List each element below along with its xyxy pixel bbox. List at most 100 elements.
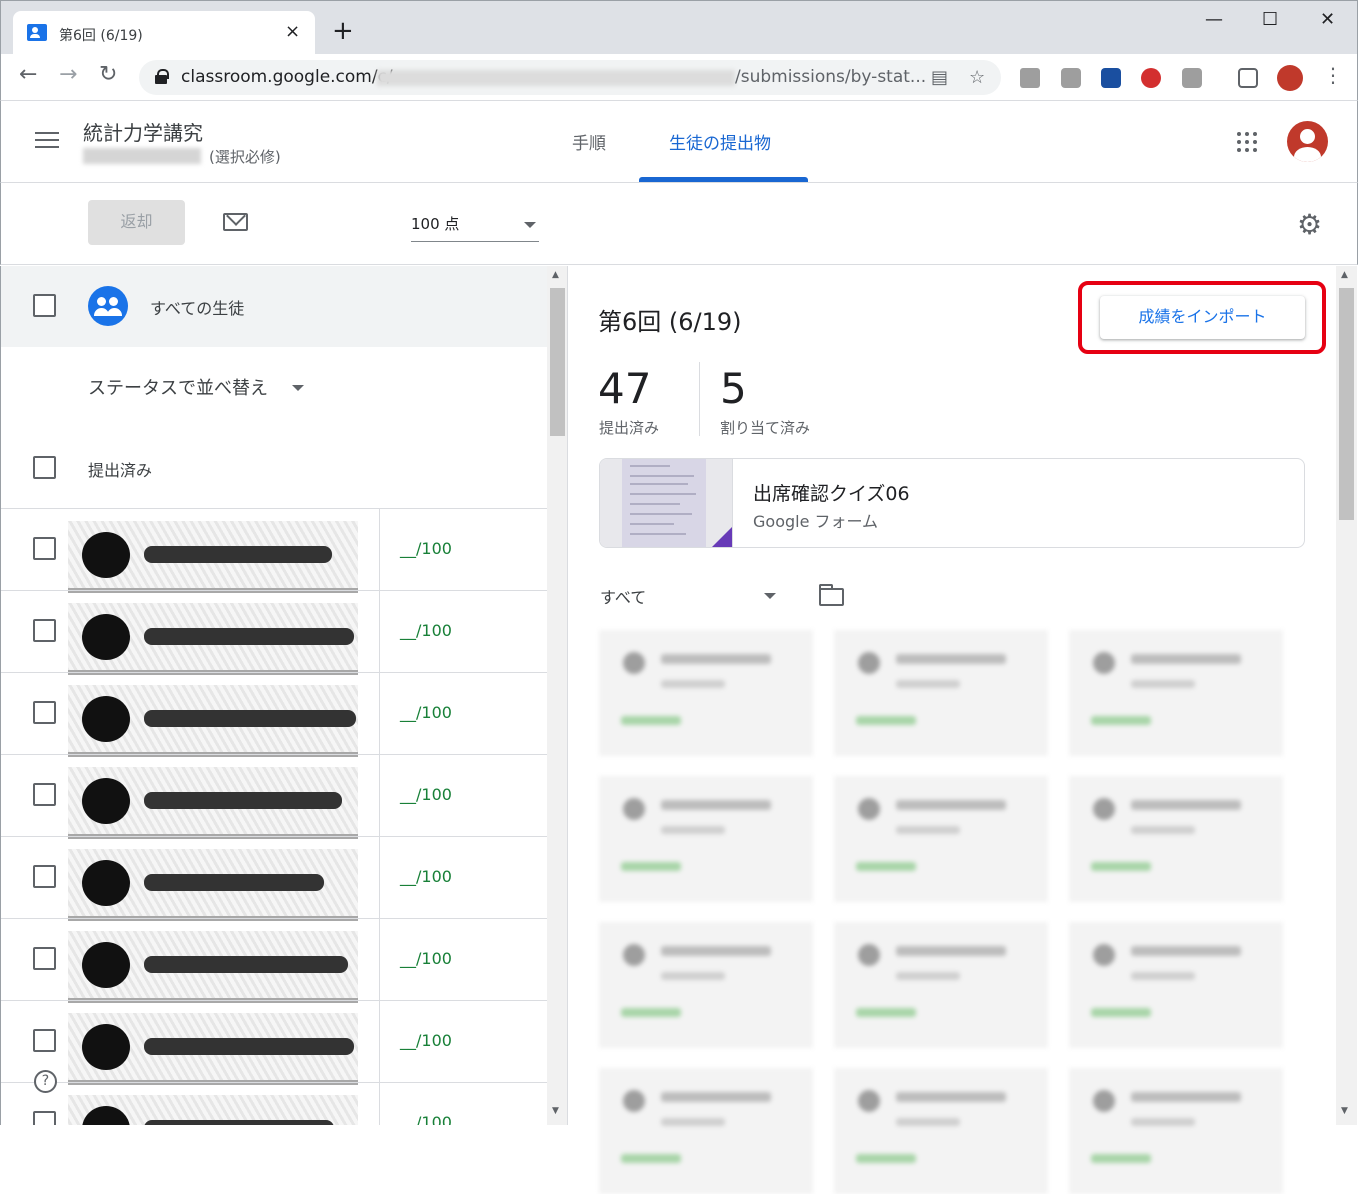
student-grade[interactable]: __/100 [400,949,452,968]
new-tab-button[interactable]: + [332,18,354,44]
turned-in-group-checkbox[interactable] [33,456,56,479]
student-row[interactable]: __/100 [1,836,547,921]
back-arrow-icon[interactable]: ← [19,62,37,87]
card-status-blur [1091,862,1151,871]
card-status-blur [856,716,916,725]
menu-icon[interactable] [35,132,59,150]
help-icon[interactable]: ? [34,1070,57,1093]
student-grade[interactable]: __/100 [400,867,452,886]
card-name-blur [1131,654,1241,664]
student-work-card[interactable] [1069,630,1283,756]
maximize-icon[interactable]: ☐ [1262,9,1278,30]
drive-icon[interactable] [1020,68,1040,88]
student-checkbox[interactable] [33,537,56,560]
cast-icon[interactable] [1238,68,1258,88]
student-checkbox[interactable] [33,783,56,806]
student-row[interactable]: __/100 [1,508,547,593]
student-work-card[interactable] [599,630,813,756]
return-button[interactable]: 返却 [88,200,185,245]
student-grade[interactable]: __/100 [400,539,452,558]
student-name-redacted [68,849,358,921]
card-sub-blur [1131,826,1195,834]
student-grade[interactable]: __/100 [400,703,452,722]
card-sub-blur [661,972,725,980]
acrobat-icon[interactable] [1061,68,1081,88]
profile-avatar-small[interactable] [1277,65,1303,91]
student-row[interactable]: __/100 [1,1000,547,1085]
row-divider [379,919,380,1001]
student-checkbox[interactable] [33,865,56,888]
filter-dropdown[interactable]: すべて [600,584,646,608]
chat-extension-icon[interactable] [1182,68,1202,88]
scroll-down-arrow-icon[interactable]: ▼ [552,1106,559,1116]
student-checkbox[interactable] [33,1029,56,1052]
lock-extension-icon[interactable] [1101,68,1121,88]
points-dropdown[interactable]: 100 点 [411,213,539,242]
window-close-icon[interactable]: ✕ [1320,9,1335,30]
sort-arrow-icon[interactable] [292,385,304,391]
folder-icon[interactable] [819,584,844,606]
browser-menu-icon[interactable]: ⋮ [1323,63,1343,87]
row-divider [379,509,380,591]
account-avatar[interactable] [1287,121,1328,162]
student-grade[interactable]: __/100 [400,1113,452,1125]
all-students-row[interactable]: すべての生徒 [1,266,547,347]
student-row[interactable]: __/100 [1,754,547,839]
card-status-blur [621,1008,681,1017]
student-grade[interactable]: __/100 [400,621,452,640]
tab-close-icon[interactable]: × [285,21,300,42]
student-avatar [82,1024,130,1070]
student-work-card[interactable] [599,1068,813,1194]
right-scrollbar-thumb[interactable] [1339,288,1354,520]
student-checkbox[interactable] [33,701,56,724]
student-checkbox[interactable] [33,947,56,970]
student-checkbox[interactable] [33,1111,56,1125]
student-work-card[interactable] [1069,1068,1283,1194]
site-settings-icon[interactable]: ▤ [931,67,948,88]
student-row[interactable]: __/100 [1,1082,547,1125]
filter-arrow-icon[interactable] [764,593,776,599]
tab-title: 第6回 (6/19) [59,28,143,44]
address-bar[interactable]: classroom.google.com/c/ /submissions/by-… [139,60,1001,95]
student-checkbox[interactable] [33,619,56,642]
student-work-card[interactable] [834,922,1048,1048]
trendmicro-icon[interactable] [1141,68,1161,88]
student-avatar [82,778,130,824]
right-scroll-down-arrow-icon[interactable]: ▼ [1341,1106,1348,1116]
student-work-card[interactable] [1069,922,1283,1048]
student-grade[interactable]: __/100 [400,1031,452,1050]
minimize-icon[interactable]: — [1205,9,1223,30]
email-icon[interactable] [223,213,248,231]
assigned-label: 割り当て済み [720,419,811,437]
tab-instructions[interactable]: 手順 [572,129,606,154]
card-avatar [623,652,645,674]
student-work-card[interactable] [1069,776,1283,902]
student-grade[interactable]: __/100 [400,785,452,804]
forward-arrow-icon[interactable]: → [59,62,77,87]
gear-icon[interactable]: ⚙ [1297,211,1322,239]
all-students-checkbox[interactable] [33,294,56,317]
student-work-card[interactable] [834,630,1048,756]
classroom-favicon-icon [27,24,47,41]
left-scrollbar-thumb[interactable] [550,288,565,436]
card-name-blur [661,1092,771,1102]
student-work-card[interactable] [599,776,813,902]
row-divider [379,673,380,755]
tab-student-work[interactable]: 生徒の提出物 [669,129,771,154]
browser-tab[interactable]: 第6回 (6/19) × [13,11,315,55]
scroll-up-arrow-icon[interactable]: ▲ [552,270,559,280]
bookmark-star-icon[interactable]: ☆ [969,67,985,88]
student-row[interactable]: __/100 [1,918,547,1003]
right-scroll-up-arrow-icon[interactable]: ▲ [1341,270,1348,280]
reload-icon[interactable]: ↻ [99,62,117,87]
student-row[interactable]: __/100 [1,672,547,757]
row-divider [379,837,380,919]
google-apps-icon[interactable] [1237,132,1257,152]
student-row[interactable]: __/100 [1,590,547,675]
student-work-card[interactable] [834,1068,1048,1194]
import-grades-button[interactable]: 成績をインポート [1100,296,1305,339]
student-work-card[interactable] [599,922,813,1048]
student-work-card[interactable] [834,776,1048,902]
sort-dropdown[interactable]: ステータスで並べ替え [88,374,268,400]
attachment-card[interactable]: 出席確認クイズ06 Google フォーム [599,458,1305,548]
